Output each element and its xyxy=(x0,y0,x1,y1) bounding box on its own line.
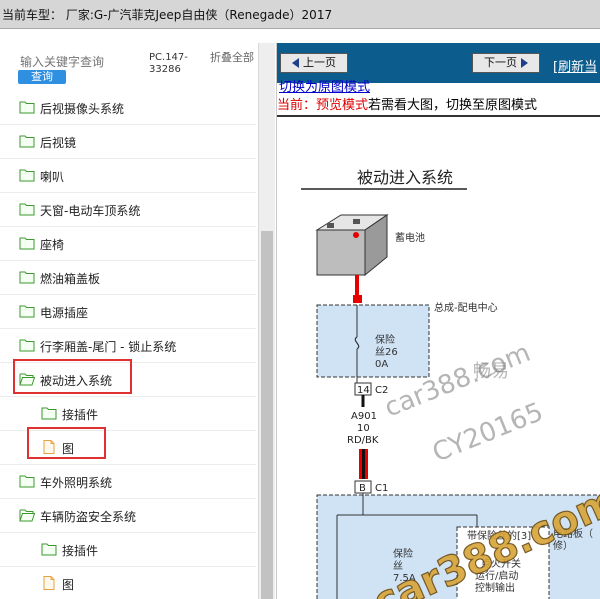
tree-item[interactable]: 接插件 xyxy=(0,533,256,567)
arrow-left-icon xyxy=(292,58,299,68)
folder-icon xyxy=(19,236,35,250)
mode-hint: 若需看大图，切换至原图模式 xyxy=(368,98,538,113)
tree-item-label: 车外照明系统 xyxy=(40,476,113,490)
folder-icon xyxy=(19,202,35,216)
tree-item[interactable]: 车辆防盗安全系统 xyxy=(0,499,256,533)
tree-item[interactable]: 座椅 xyxy=(0,227,256,261)
folder-icon xyxy=(19,168,35,182)
battery-icon xyxy=(315,214,389,277)
mode-prefix: 当前： xyxy=(277,98,317,113)
fuse-label-1: 保险 xyxy=(375,333,395,346)
tree-item-label: 图 xyxy=(62,578,75,592)
tree-item-label: 行李厢盖-尾门 - 锁止系统 xyxy=(40,340,177,354)
wire-id: A901 xyxy=(351,411,377,422)
tree-item[interactable]: 车外照明系统 xyxy=(0,465,256,499)
wire-gauge: 10 xyxy=(357,423,370,434)
connector-c1-label: C1 xyxy=(375,483,388,494)
search-row: 查询 PC.147-33286 折叠全部 xyxy=(0,43,258,91)
wiring-diagram: 被动进入系统 蓄电池 总成-配电中心 保险 丝26 0A 14 C2 A901 … xyxy=(301,168,600,599)
pdc-label: 总成-配电中心 xyxy=(434,301,498,314)
watermark-code: CY20165 xyxy=(428,397,547,468)
header-spacer xyxy=(0,29,600,43)
folder-icon xyxy=(19,100,35,114)
prev-page-button[interactable]: 上一页 xyxy=(280,53,348,73)
fuse-label-3: 0A xyxy=(375,359,388,370)
highlight-box-diagram xyxy=(27,427,106,459)
folder-icon xyxy=(41,406,57,420)
arrow-right-icon xyxy=(521,58,528,68)
folder-icon xyxy=(41,542,57,556)
tree-scrollbar[interactable] xyxy=(258,43,275,599)
folder-icon xyxy=(19,304,35,318)
viewer-toolbar: 上一页 下一页 [刷新当 xyxy=(277,43,600,83)
current-model-title: 当前车型： 厂家:G-广汽菲克Jeep自由侠（Renegade）2017 xyxy=(2,8,333,22)
folder-icon xyxy=(19,474,35,488)
folder-icon xyxy=(19,270,35,284)
next-page-label: 下一页 xyxy=(484,56,517,69)
tree-item-label: 天窗-电动车顶系统 xyxy=(40,204,141,218)
tree-item[interactable]: 喇叭 xyxy=(0,159,256,193)
search-button[interactable]: 查询 xyxy=(18,70,66,84)
tree-item[interactable]: 燃油箱盖板 xyxy=(0,261,256,295)
tree-item-label: 电源插座 xyxy=(40,306,89,320)
highlight-box-passive-entry xyxy=(13,359,132,394)
prev-page-label: 上一页 xyxy=(303,56,336,69)
folder-icon xyxy=(19,134,35,148)
tree-list: 后视摄像头系统 后视镜喇叭天窗-电动车顶系统 座椅燃油箱盖板电源插座行李厢盖-尾门 … xyxy=(0,91,256,599)
pdc-input-terminal xyxy=(353,295,362,303)
refresh-link[interactable]: [刷新当 xyxy=(553,56,597,75)
tree-item[interactable]: 后视镜 xyxy=(0,125,256,159)
pc-code: PC.147-33286 xyxy=(149,52,188,75)
tree-item-label: 后视摄像头系统 xyxy=(40,102,125,116)
tree-item[interactable]: 行李厢盖-尾门 - 锁止系统 xyxy=(0,329,256,363)
left-fuse-label-1: 保险 xyxy=(393,547,413,560)
diagram-title: 被动进入系统 xyxy=(357,168,453,187)
tree-panel: 查询 PC.147-33286 折叠全部 后视摄像头系统后视镜喇叭天窗-电动车顶… xyxy=(0,43,277,599)
next-page-button[interactable]: 下一页 xyxy=(472,53,540,73)
switch-original-mode-link[interactable]: 切换为原图模式 xyxy=(279,81,370,94)
tree-item[interactable]: 图 xyxy=(0,567,256,599)
tree-item[interactable]: 电源插座 xyxy=(0,295,256,329)
tree-item[interactable]: 接插件 xyxy=(0,397,256,431)
folder-icon xyxy=(19,338,35,352)
tree-item[interactable]: 天窗-电动车顶系统 xyxy=(0,193,256,227)
mode-name: 预览模式 xyxy=(316,98,369,113)
tree-item-label: 车辆防盗安全系统 xyxy=(40,510,137,524)
tree-item-label: 座椅 xyxy=(40,238,65,252)
tree-item-label: 接插件 xyxy=(62,408,99,422)
tree-item-label: 喇叭 xyxy=(40,170,65,184)
search-input[interactable] xyxy=(18,53,140,71)
battery-label: 蓄电池 xyxy=(395,231,425,244)
mode-status-line: 当前：预览模式若需看大图，切换至原图模式 xyxy=(277,94,600,114)
viewer-panel: 上一页 下一页 [刷新当 切换为原图模式 当前：预览模式若需看大图，切换至原图模… xyxy=(277,43,600,599)
collapse-all-link[interactable]: 折叠全部 xyxy=(210,52,254,64)
tree-item-label: 燃油箱盖板 xyxy=(40,272,101,286)
scrollbar-thumb[interactable] xyxy=(261,231,273,599)
page-icon xyxy=(41,576,57,590)
connector-c2-pin-label: 14 xyxy=(357,385,370,396)
pdc-box xyxy=(316,304,430,378)
tree-item[interactable]: 后视摄像头系统 xyxy=(0,91,256,125)
connector-c1-pin-label: B xyxy=(359,483,366,494)
tree-item-label: 接插件 xyxy=(62,544,99,558)
wire-color: RD/BK xyxy=(347,435,379,446)
title-bar: 当前车型： 厂家:G-广汽菲克Jeep自由侠（Renegade）2017 xyxy=(0,0,600,29)
folder-open-icon xyxy=(19,508,36,522)
fuse-label-2: 丝26 xyxy=(375,346,398,358)
tree-item-label: 后视镜 xyxy=(40,136,77,150)
